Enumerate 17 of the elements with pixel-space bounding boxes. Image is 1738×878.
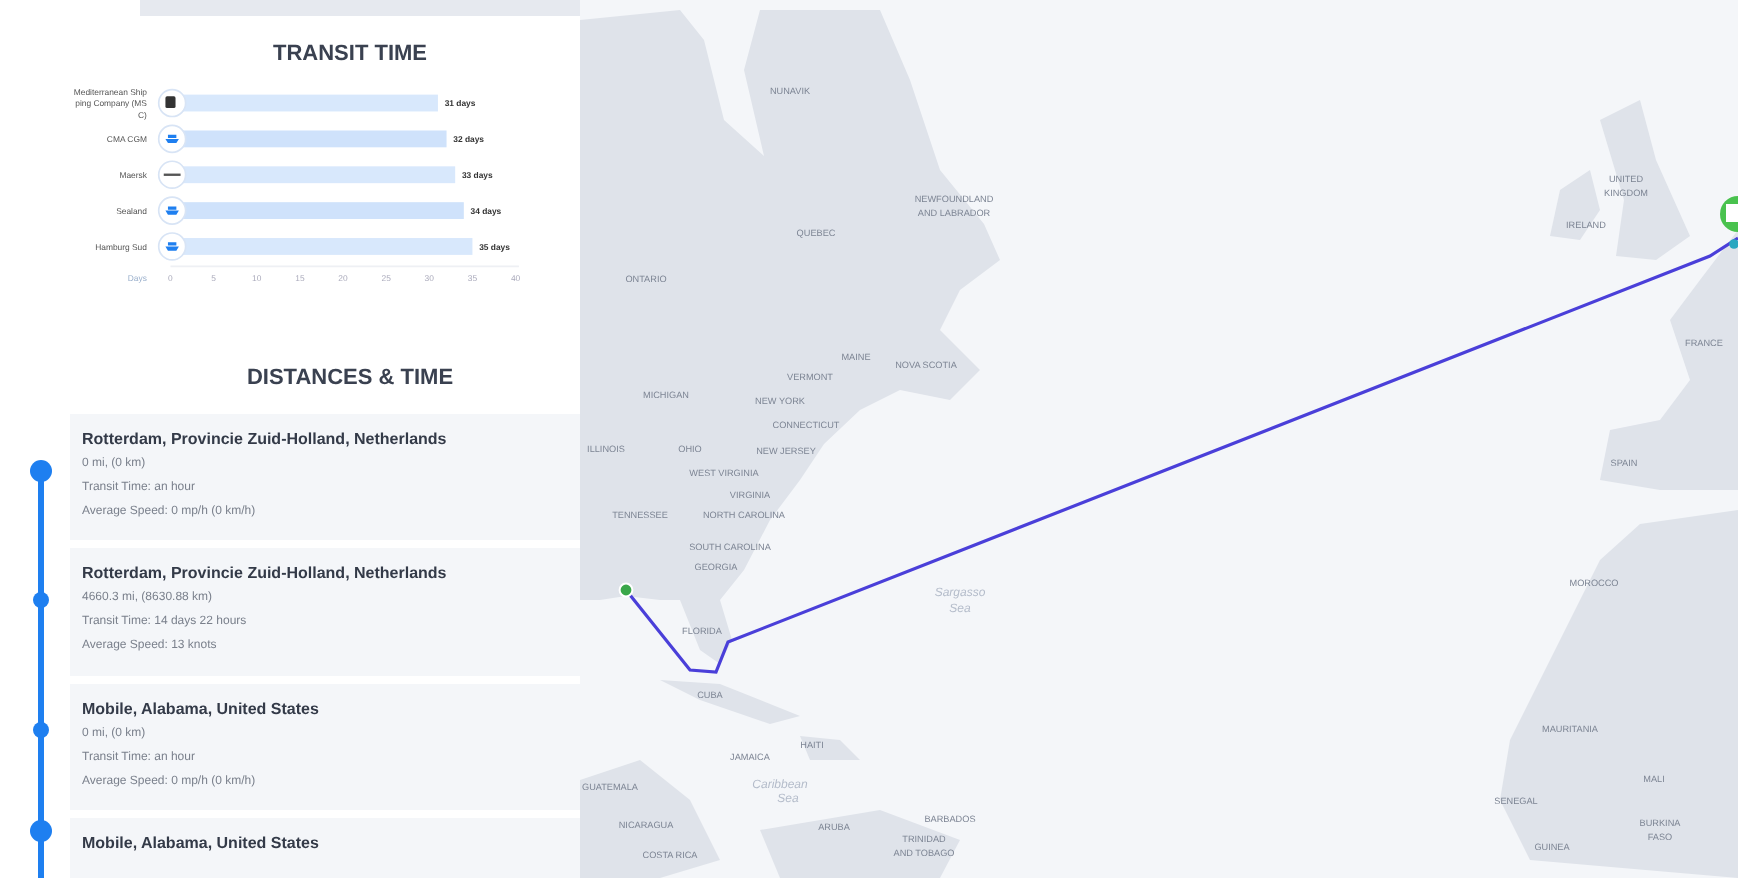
- stop-place: Mobile, Alabama, United States: [82, 834, 321, 852]
- timeline-dot: [33, 592, 49, 608]
- carrier-logo-icon: [157, 231, 187, 260]
- destination-marker-icon[interactable]: [1720, 196, 1738, 249]
- stop-place: Rotterdam, Provincie Zuid-Holland, Netherlands: [82, 564, 449, 582]
- origin-marker-icon[interactable]: [618, 582, 634, 598]
- stop-place: Mobile, Alabama, United States: [82, 700, 321, 718]
- timeline-dot: [30, 820, 52, 842]
- timeline-dot: [33, 722, 49, 738]
- carrier-logo-icon: [157, 123, 187, 153]
- stop-place: Rotterdam, Provincie Zuid-Holland, Netherlands: [82, 430, 449, 448]
- carrier-logo-icon: [157, 195, 187, 225]
- section-title: TRANSIT TIME: [271, 39, 429, 66]
- section-title: DISTANCES & TIME: [244, 364, 456, 394]
- carrier-logo-icon: [157, 159, 187, 189]
- timeline-dot: [30, 460, 52, 482]
- carrier-logo-icon: [157, 87, 187, 117]
